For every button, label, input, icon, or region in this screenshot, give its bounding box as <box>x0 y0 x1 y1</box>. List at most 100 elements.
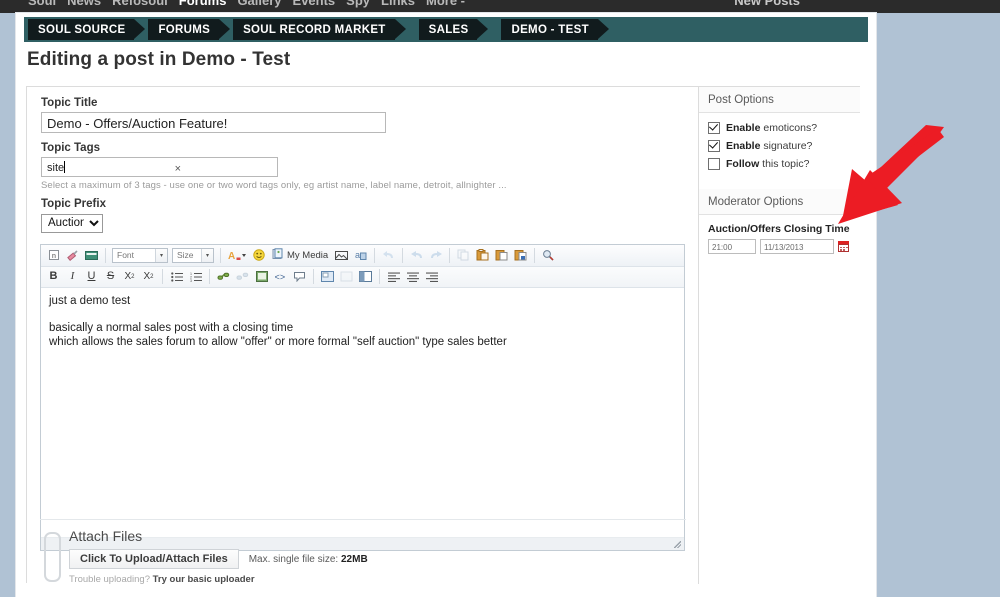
calendar-picker-icon[interactable] <box>838 241 849 252</box>
bold-icon[interactable]: B <box>45 268 62 285</box>
subscript-icon[interactable]: X2 <box>121 268 138 285</box>
form-right-column: Post Options Enable emoticons? Enable si… <box>699 87 860 584</box>
toolbar-separator <box>209 269 210 284</box>
closing-time-label: Auction/Offers Closing Time <box>708 223 850 235</box>
toolbar-separator <box>449 247 451 263</box>
bullet-list-icon[interactable] <box>168 268 185 285</box>
toolbar-separator <box>220 247 221 263</box>
font-size-select[interactable]: Size ▾ <box>172 247 214 263</box>
breadcrumb-item-soul-source[interactable]: SOUL SOURCE <box>28 19 146 40</box>
svg-text:<>: <> <box>275 273 286 282</box>
post-editor: n Font ▾ Size ▾ A My Media a B I U S X 2… <box>40 243 685 551</box>
align-right-icon[interactable] <box>423 268 440 285</box>
paste-icon[interactable] <box>474 247 491 264</box>
max-file-size-label: Max. single file size: <box>248 553 341 565</box>
topic-prefix-select[interactable]: Auction <box>41 213 103 233</box>
copy-icon[interactable] <box>455 247 472 264</box>
nav-item-links[interactable]: Links <box>381 0 415 8</box>
special-icon[interactable] <box>338 268 355 285</box>
insert-link-icon[interactable]: a <box>352 247 369 264</box>
closing-time-fields: 21:00 11/13/2013 <box>699 239 860 254</box>
option-enable-emoticons[interactable]: Enable emoticons? <box>699 119 860 137</box>
tag-remove-icon[interactable]: × <box>175 159 181 179</box>
breadcrumb-item-demo-test[interactable]: DEMO - TEST <box>501 19 610 40</box>
topic-tags-value: site <box>47 162 65 174</box>
trouble-uploading-note: Trouble uploading? Try our basic uploade… <box>69 574 686 585</box>
page-bottom-strip <box>16 584 876 597</box>
toolbar-separator <box>105 247 106 263</box>
emoticon-icon[interactable] <box>250 247 267 264</box>
align-left-icon[interactable] <box>385 268 402 285</box>
checkbox-enable-emoticons[interactable] <box>708 122 720 134</box>
post-body-editor[interactable]: just a demo test basically a normal sale… <box>41 287 684 538</box>
option-follow-topic[interactable]: Follow this topic? <box>699 155 860 173</box>
breadcrumb-item-forums[interactable]: FORUMS <box>148 19 230 40</box>
media-icon[interactable] <box>319 268 336 285</box>
strikethrough-icon[interactable]: S <box>102 268 119 285</box>
underline-icon[interactable]: U <box>83 268 100 285</box>
paste-plain-icon[interactable] <box>493 247 510 264</box>
closing-date-input[interactable]: 11/13/2013 <box>760 239 834 254</box>
edit-post-form: Topic Title Demo - Offers/Auction Featur… <box>26 86 860 585</box>
toolbar-separator <box>402 247 404 263</box>
closing-time-input[interactable]: 21:00 <box>708 239 756 254</box>
undo-icon[interactable] <box>408 247 425 264</box>
italic-icon[interactable]: I <box>64 268 81 285</box>
remove-formatting-icon[interactable]: n <box>45 247 62 264</box>
insert-image-icon[interactable] <box>333 247 350 264</box>
nav-item-news[interactable]: News <box>67 0 101 8</box>
topic-tags-input[interactable]: site × <box>41 157 278 177</box>
toggle-toolbar-icon[interactable] <box>83 247 100 264</box>
my-media-icon <box>272 248 284 263</box>
text-caret <box>64 161 66 173</box>
text-color-icon[interactable]: A <box>226 247 248 264</box>
max-file-size-note: Max. single file size: 22MB <box>249 554 368 565</box>
checkbox-enable-signature[interactable] <box>708 140 720 152</box>
table-icon[interactable] <box>357 268 374 285</box>
nav-item-soul[interactable]: Soul <box>28 0 56 8</box>
font-family-select[interactable]: Font ▾ <box>112 247 168 263</box>
breadcrumb-item-sales[interactable]: SALES <box>418 19 489 40</box>
numbered-list-icon[interactable]: 123 <box>187 268 204 285</box>
checkbox-follow-topic[interactable] <box>708 158 720 170</box>
superscript-icon[interactable]: X2 <box>140 268 157 285</box>
align-center-icon[interactable] <box>404 268 421 285</box>
nav-item-gallery[interactable]: Gallery <box>237 0 281 8</box>
nav-item-spy[interactable]: Spy <box>346 0 370 8</box>
new-posts-link[interactable]: New Posts <box>734 0 800 8</box>
basic-uploader-link[interactable]: Try our basic uploader <box>153 574 255 585</box>
eraser-icon[interactable] <box>64 247 81 264</box>
upload-attach-files-button[interactable]: Click To Upload/Attach Files <box>69 549 239 569</box>
find-replace-icon[interactable] <box>540 247 557 264</box>
redo-icon[interactable] <box>427 247 444 264</box>
option-label: Follow this topic? <box>726 158 810 170</box>
topic-title-label: Topic Title <box>41 97 98 109</box>
link-icon[interactable] <box>215 268 232 285</box>
option-enable-signature[interactable]: Enable signature? <box>699 137 860 155</box>
topic-tags-hint: Select a maximum of 3 tags - use one or … <box>41 180 507 191</box>
unlink-icon[interactable] <box>234 268 251 285</box>
nav-item-refosoul[interactable]: Refosoul <box>112 0 168 8</box>
topic-title-input[interactable]: Demo - Offers/Auction Feature! <box>41 112 386 133</box>
font-size-value: Size <box>177 250 194 260</box>
page-left-gutter <box>0 13 16 597</box>
topic-title-field: Topic Title Demo - Offers/Auction Featur… <box>27 87 698 133</box>
paste-word-icon[interactable] <box>512 247 529 264</box>
undo-arrow-icon[interactable] <box>380 247 397 264</box>
option-label: Enable signature? <box>726 140 813 152</box>
post-options-list: Enable emoticons? Enable signature? Foll… <box>699 113 860 180</box>
toolbar-separator <box>313 269 314 284</box>
global-top-nav: Soul News Refosoul Forums Gallery Events… <box>0 0 1000 13</box>
breadcrumb-item-soul-record-market[interactable]: SOUL RECORD MARKET <box>233 19 406 40</box>
moderator-options-heading: Moderator Options <box>699 189 860 215</box>
nav-item-forums[interactable]: Forums <box>179 0 227 8</box>
quote-icon[interactable] <box>291 268 308 285</box>
toolbar-separator <box>162 269 163 284</box>
source-code-icon[interactable]: <> <box>272 268 289 285</box>
nav-item-more[interactable]: More - <box>426 0 465 8</box>
image-icon[interactable] <box>253 268 270 285</box>
global-nav-items: Soul News Refosoul Forums Gallery Events… <box>28 0 465 8</box>
my-media-button[interactable]: My Media <box>272 248 328 263</box>
nav-item-events[interactable]: Events <box>293 0 336 8</box>
editor-toolbar-row-1: n Font ▾ Size ▾ A My Media a <box>41 244 684 267</box>
